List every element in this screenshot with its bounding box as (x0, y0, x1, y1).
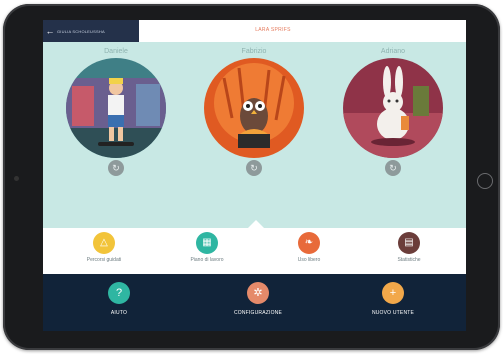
back-button[interactable]: ← GIULIA SCHOLEUSSHA (43, 20, 139, 42)
user-card-fabrizio[interactable]: Fabrizio ↻ (199, 48, 309, 218)
user-card-adriano[interactable]: Adriano ↻ (338, 48, 448, 218)
configuration-label: CONFIGURAZIONE (233, 310, 283, 316)
menu-item-percorsi-guidati[interactable]: △ Percorsi guidati (64, 232, 144, 263)
gear-icon: ✲ (247, 282, 269, 304)
menu-label: Uso libero (297, 257, 321, 263)
configuration-button[interactable]: ✲ CONFIGURAZIONE (208, 282, 308, 316)
triangle-icon: △ (93, 232, 115, 254)
menu-item-piano-di-lavoro[interactable]: ▦ Piano di lavoro (167, 232, 247, 263)
leaf-icon: ❧ (298, 232, 320, 254)
camera-icon (14, 176, 19, 181)
top-bar: ← GIULIA SCHOLEUSSHA LARA SPRIFS (43, 20, 466, 42)
user-name: Fabrizio (241, 48, 267, 55)
calendar-icon: ▦ (196, 232, 218, 254)
plus-icon: + (382, 282, 404, 304)
share-icon: ↻ (250, 162, 258, 173)
bottom-bar: ? AIUTO ✲ CONFIGURAZIONE + NUOVO UTENTE (43, 274, 466, 331)
help-button[interactable]: ? AIUTO (69, 282, 169, 316)
share-button[interactable]: ↻ (244, 158, 264, 178)
menu-row: △ Percorsi guidati ▦ Piano di lavoro ❧ U… (43, 220, 466, 274)
user-avatar-rabbit[interactable] (343, 58, 443, 158)
stats-icon: ▤ (398, 232, 420, 254)
user-name: Adriano (380, 48, 406, 55)
user-card-daniele[interactable]: Daniele ↻ (61, 48, 171, 218)
help-label: AIUTO (110, 310, 128, 316)
new-user-label: NUOVO UTENTE (371, 310, 415, 316)
share-button[interactable]: ↻ (106, 158, 126, 178)
back-label: GIULIA SCHOLEUSSHA (57, 28, 105, 34)
menu-item-uso-libero[interactable]: ❧ Uso libero (269, 232, 349, 263)
user-avatar-skater[interactable] (66, 58, 166, 158)
menu-item-statistiche[interactable]: ▤ Statistiche (369, 232, 449, 263)
back-arrow-icon: ← (45, 26, 55, 36)
help-icon: ? (108, 282, 130, 304)
home-button[interactable] (477, 173, 493, 189)
app-screen: ← GIULIA SCHOLEUSSHA LARA SPRIFS Daniele (43, 20, 466, 331)
selection-notch (248, 220, 264, 228)
user-avatar-owl[interactable] (204, 58, 304, 158)
menu-label: Piano di lavoro (190, 257, 224, 263)
new-user-button[interactable]: + NUOVO UTENTE (343, 282, 443, 316)
page-title: LARA SPRIFS (255, 27, 291, 33)
menu-label: Statistiche (397, 257, 421, 263)
share-button[interactable]: ↻ (383, 158, 403, 178)
share-icon: ↻ (389, 162, 397, 173)
menu-label: Percorsi guidati (86, 257, 122, 263)
user-name: Daniele (104, 48, 128, 55)
share-icon: ↻ (112, 162, 120, 173)
